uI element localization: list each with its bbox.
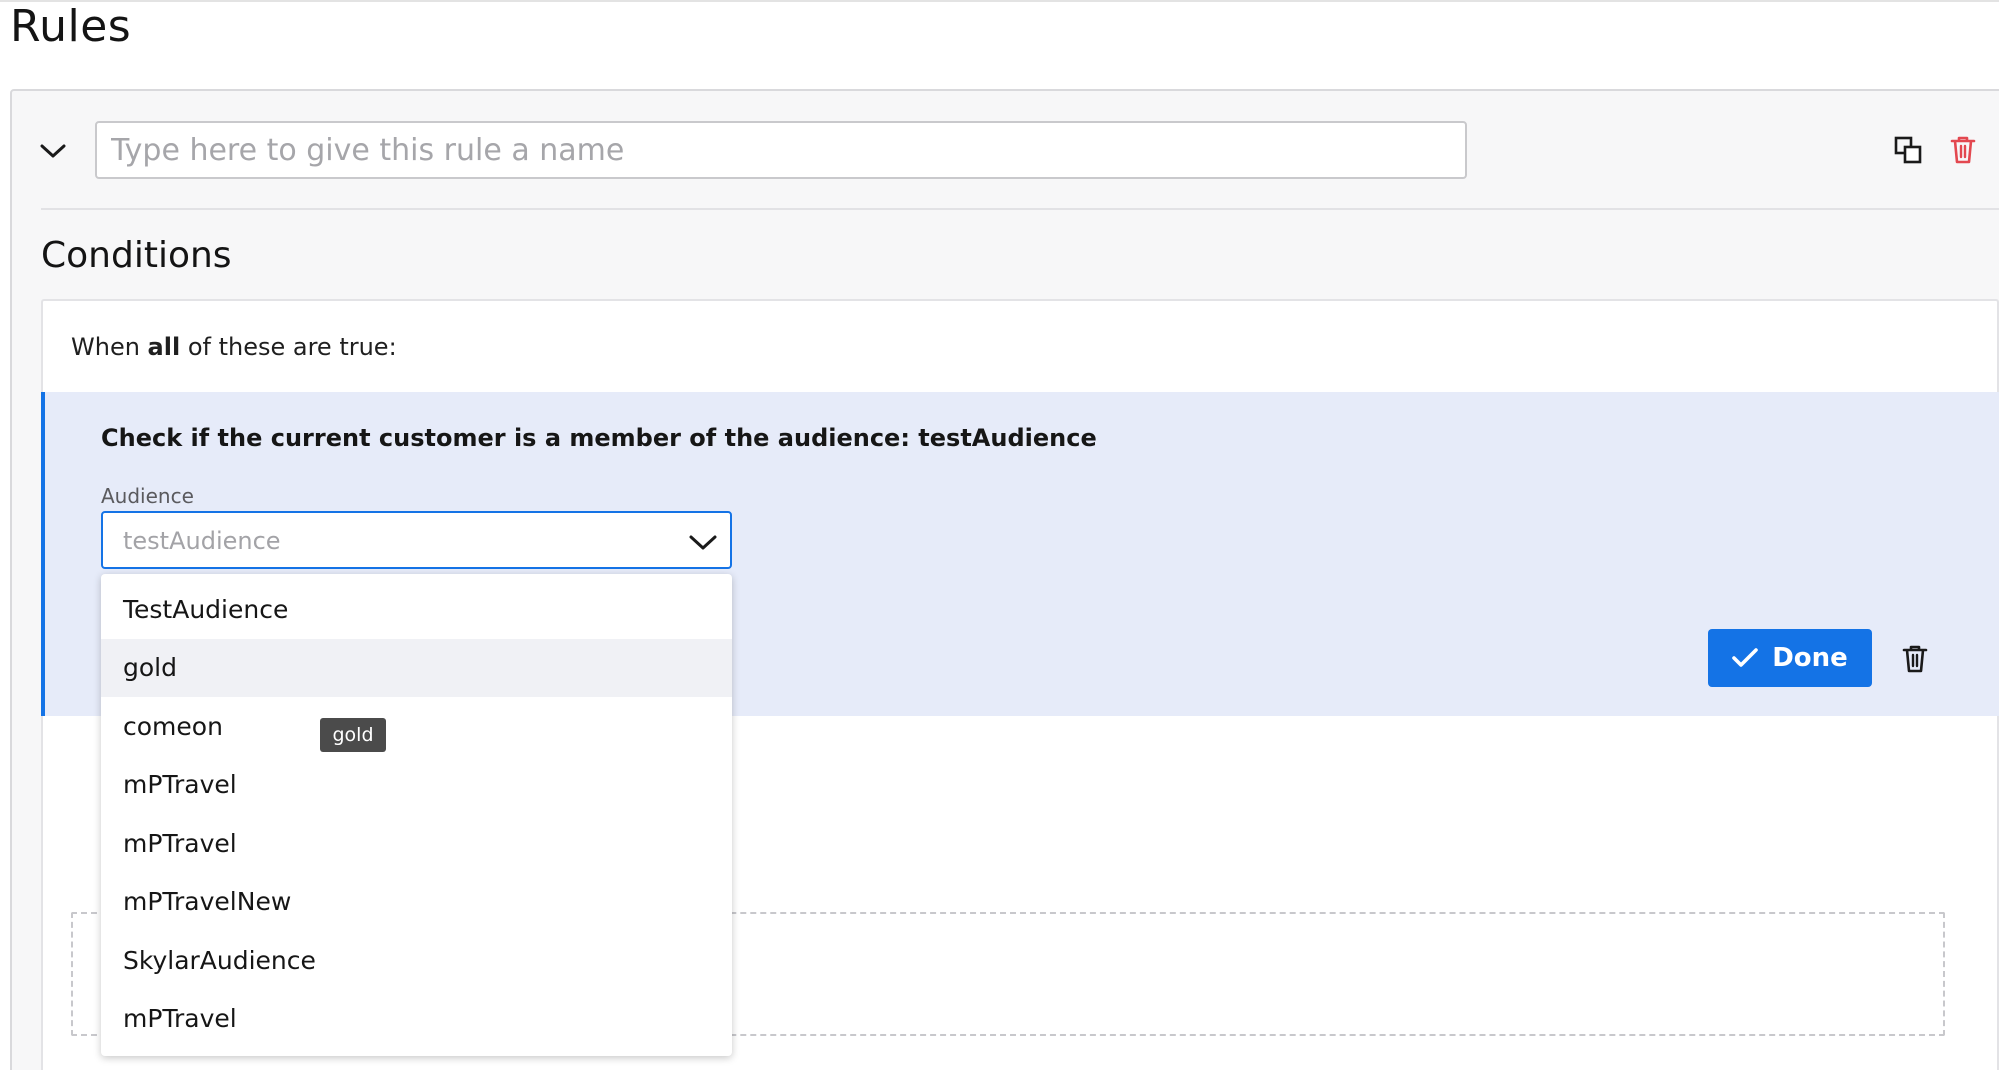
rule-name-input[interactable]: [95, 121, 1467, 179]
dropdown-option[interactable]: TestAudience: [101, 580, 732, 639]
dropdown-option[interactable]: mPTravelNew: [101, 873, 732, 932]
copy-icon: [1894, 136, 1922, 164]
chevron-down-icon: [689, 535, 717, 550]
checkmark-icon: [1732, 648, 1759, 667]
done-button[interactable]: Done: [1708, 629, 1872, 687]
top-divider: [0, 0, 1999, 2]
done-button-label: Done: [1772, 643, 1848, 673]
dropdown-option[interactable]: SkylarAudience: [101, 931, 732, 990]
when-suffix: of these are true:: [180, 333, 397, 361]
page-title: Rules: [10, 1, 132, 52]
when-prefix: When: [71, 333, 148, 361]
dropdown-option[interactable]: mPTravel: [101, 756, 732, 815]
duplicate-rule-button[interactable]: [1891, 133, 1925, 167]
rule-header-divider: [41, 208, 1999, 210]
audience-dropdown-menu: TestAudience gold comeon mPTravel mPTrav…: [101, 574, 732, 1056]
conditions-heading: Conditions: [41, 235, 232, 276]
dropdown-option[interactable]: mPTravel: [101, 990, 732, 1049]
dropdown-option[interactable]: mPTravel: [101, 814, 732, 873]
dropdown-option[interactable]: gold: [101, 638, 732, 697]
audience-label: Audience: [101, 484, 194, 508]
chevron-down-icon: [40, 144, 66, 158]
rules-page: Rules Conditions When all of these are t…: [0, 0, 1999, 1070]
conditions-logic-text: When all of these are true:: [71, 330, 397, 364]
logic-keyword[interactable]: all: [148, 333, 181, 361]
trash-icon: [1950, 136, 1976, 164]
delete-condition-button[interactable]: [1899, 642, 1931, 676]
trash-icon: [1902, 645, 1928, 673]
condition-title: Check if the current customer is a membe…: [101, 424, 1097, 452]
option-tooltip: gold: [320, 718, 386, 752]
audience-picker-value: testAudience: [123, 527, 281, 555]
dropdown-option[interactable]: comeon: [101, 697, 732, 756]
collapse-rule-toggle[interactable]: [40, 138, 66, 164]
audience-picker[interactable]: testAudience: [101, 511, 732, 569]
delete-rule-button[interactable]: [1946, 133, 1980, 167]
